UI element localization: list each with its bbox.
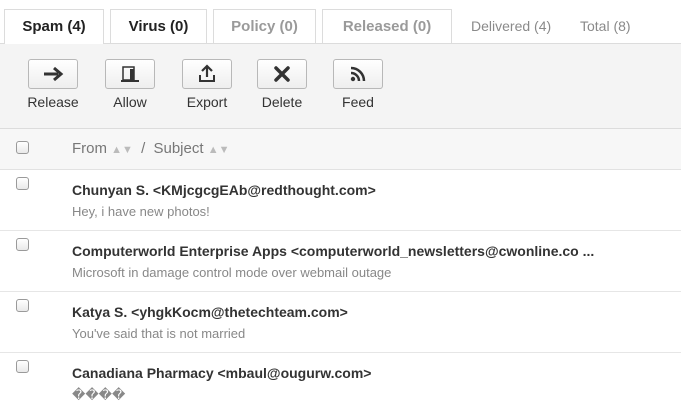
export-button[interactable]: Export	[177, 59, 237, 110]
feed-label: Feed	[342, 94, 374, 110]
message-from: Computerworld Enterprise Apps <computerw…	[72, 243, 595, 259]
header-separator: /	[141, 140, 146, 157]
tab-released[interactable]: Released (0)	[322, 9, 452, 43]
sort-icon: ▲▼	[207, 144, 230, 156]
row-checkbox[interactable]	[16, 177, 29, 190]
feed-button[interactable]: Feed	[328, 59, 388, 110]
arrow-right-icon	[44, 66, 64, 82]
list-header: From ▲▼ / Subject ▲▼	[0, 129, 681, 170]
tab-virus[interactable]: Virus (0)	[110, 9, 207, 43]
sort-from[interactable]: From ▲▼	[72, 140, 133, 157]
release-button[interactable]: Release	[23, 59, 83, 110]
sort-subject[interactable]: Subject ▲▼	[153, 140, 229, 157]
allow-label: Allow	[113, 94, 147, 110]
export-icon	[199, 64, 215, 82]
toolbar: Release Allow Export Delete Feed	[0, 44, 681, 129]
delete-label: Delete	[261, 94, 303, 110]
row-checkbox[interactable]	[16, 360, 29, 373]
message-from: Chunyan S. <KMjcgcgEAb@redthought.com>	[72, 182, 376, 198]
release-label: Release	[27, 94, 79, 110]
list-item[interactable]: Chunyan S. <KMjcgcgEAb@redthought.com> H…	[0, 170, 681, 231]
tab-spam[interactable]: Spam (4)	[4, 9, 104, 44]
message-subject: Hey, i have new photos!	[72, 204, 210, 219]
export-label: Export	[186, 94, 228, 110]
door-icon	[121, 66, 139, 82]
rss-icon	[350, 66, 366, 82]
from-label: From	[72, 140, 107, 157]
tab-total[interactable]: Total (8)	[580, 9, 631, 43]
close-icon	[274, 66, 290, 82]
message-from: Canadiana Pharmacy <mbaul@ougurw.com>	[72, 365, 372, 381]
message-subject: ����	[72, 387, 126, 402]
tab-delivered[interactable]: Delivered (4)	[471, 9, 551, 43]
tab-policy[interactable]: Policy (0)	[213, 9, 316, 43]
list-item[interactable]: Computerworld Enterprise Apps <computerw…	[0, 231, 681, 292]
list-item[interactable]: Katya S. <yhgkKocm@thetechteam.com> You'…	[0, 292, 681, 353]
select-all-checkbox[interactable]	[16, 141, 29, 154]
tab-bar: Spam (4) Virus (0) Policy (0) Released (…	[0, 0, 681, 44]
message-subject: You've said that is not married	[72, 326, 246, 341]
message-subject: Microsoft in damage control mode over we…	[72, 265, 392, 280]
allow-button[interactable]: Allow	[100, 59, 160, 110]
delete-button[interactable]: Delete	[252, 59, 312, 110]
row-checkbox[interactable]	[16, 299, 29, 312]
list-item[interactable]: Canadiana Pharmacy <mbaul@ougurw.com> ��…	[0, 353, 681, 413]
row-checkbox[interactable]	[16, 238, 29, 251]
subject-label: Subject	[153, 140, 204, 157]
sort-icon: ▲▼	[111, 144, 133, 156]
message-from: Katya S. <yhgkKocm@thetechteam.com>	[72, 304, 348, 320]
